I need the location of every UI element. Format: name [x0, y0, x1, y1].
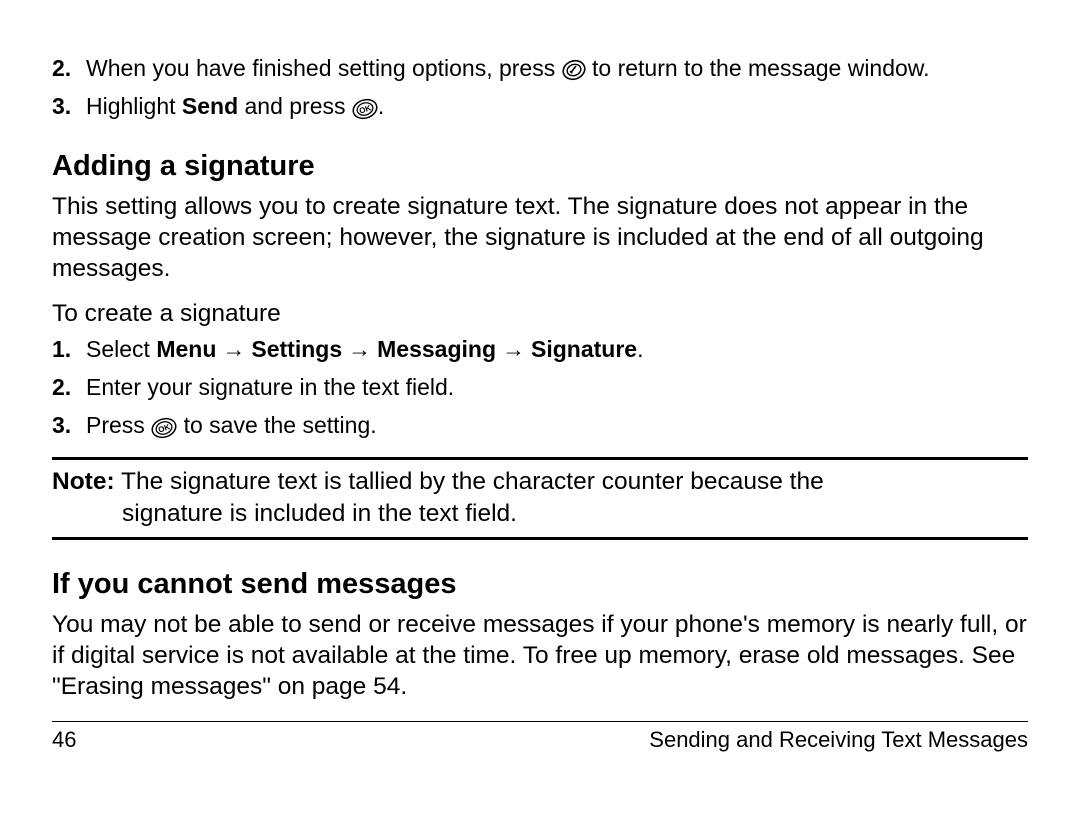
ok-key-icon: OK — [352, 98, 378, 120]
step-3-number: 3. — [52, 92, 86, 121]
sig-step-3-number: 3. — [52, 411, 86, 440]
arrow-icon: → — [342, 336, 377, 362]
page-number: 46 — [52, 726, 76, 754]
sig-step-3-text: Press OK to save the setting. — [86, 411, 377, 441]
sig-step-2-text: Enter your signature in the text field. — [86, 373, 454, 403]
heading-adding-signature: Adding a signature — [52, 148, 1028, 184]
page-footer: 46 Sending and Receiving Text Messages — [52, 721, 1028, 754]
signature-intro: This setting allows you to create signat… — [52, 192, 1028, 285]
back-key-icon — [562, 58, 586, 82]
sig-step-1-text: Select Menu→Settings→Messaging→Signature… — [86, 335, 643, 365]
sig-step-1: 1. Select Menu→Settings→Messaging→Signat… — [52, 335, 1028, 365]
step-2-number: 2. — [52, 54, 86, 83]
note-text-line1: The signature text is tallied by the cha… — [115, 468, 824, 495]
step-3-text: Highlight Send and press OK. — [86, 92, 384, 122]
sig-step-1-number: 1. — [52, 335, 86, 364]
ok-key-icon: OK — [151, 417, 177, 439]
note-text-line2: signature is included in the text field. — [52, 498, 1028, 529]
signature-lead: To create a signature — [52, 299, 1028, 330]
step-3: 3. Highlight Send and press OK. — [52, 92, 1028, 122]
note-label: Note: — [52, 468, 115, 495]
step-2: 2. When you have finished setting option… — [52, 54, 1028, 84]
step-2-text: When you have finished setting options, … — [86, 54, 930, 84]
note-box: Note: The signature text is tallied by t… — [52, 457, 1028, 540]
arrow-icon: → — [216, 336, 251, 362]
cannot-send-para: You may not be able to send or receive m… — [52, 610, 1028, 703]
sig-step-3: 3. Press OK to save the setting. — [52, 411, 1028, 441]
sig-step-2: 2. Enter your signature in the text fiel… — [52, 373, 1028, 403]
sig-step-2-number: 2. — [52, 373, 86, 402]
arrow-icon: → — [496, 336, 531, 362]
footer-title: Sending and Receiving Text Messages — [649, 726, 1028, 754]
heading-cannot-send: If you cannot send messages — [52, 566, 1028, 602]
